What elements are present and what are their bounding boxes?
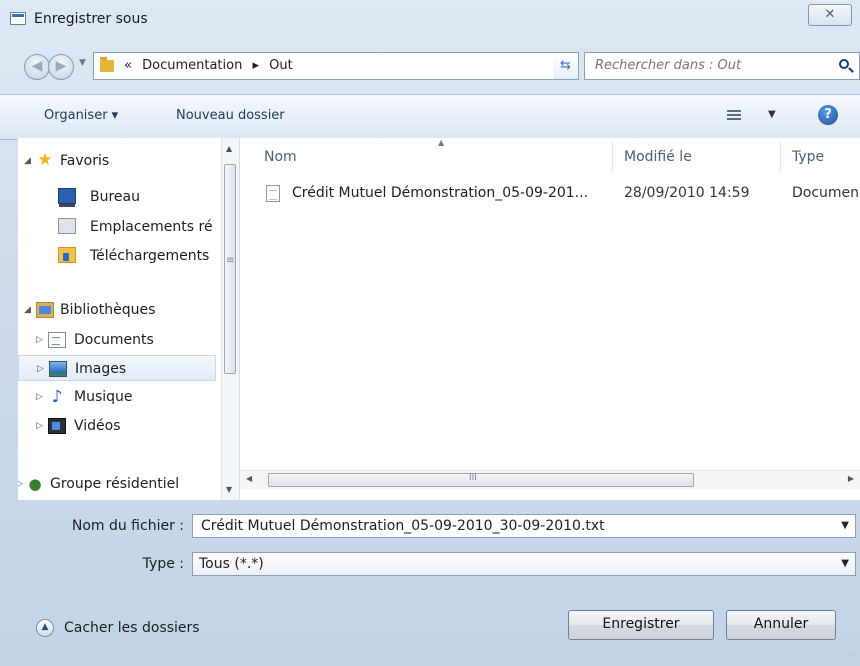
chevron-down-icon[interactable]: ▼ bbox=[841, 520, 849, 531]
column-divider[interactable] bbox=[780, 142, 781, 172]
save-button[interactable]: Enregistrer bbox=[568, 610, 714, 640]
breadcrumb-documentation[interactable]: Documentation bbox=[142, 58, 242, 73]
column-header-type[interactable]: Type bbox=[792, 149, 824, 165]
chevron-down-icon[interactable]: ▼ bbox=[841, 558, 849, 569]
file-name: Crédit Mutuel Démonstration_05-09-201... bbox=[292, 185, 589, 201]
sidebar-item-telechargements[interactable]: Téléchargements bbox=[18, 243, 217, 269]
title-bar: Enregistrer sous ✕ bbox=[0, 0, 860, 40]
view-dropdown-icon[interactable]: ▼ bbox=[768, 109, 776, 120]
forward-arrow-icon[interactable]: ▶ bbox=[48, 54, 74, 80]
downloads-icon bbox=[58, 247, 76, 263]
scrollbar-grip: III bbox=[469, 473, 477, 483]
sidebar-item-bureau[interactable]: Bureau bbox=[18, 184, 221, 210]
folder-icon bbox=[100, 57, 114, 72]
search-box[interactable] bbox=[584, 52, 860, 80]
save-as-dialog: Enregistrer sous ✕ ◀ ▶ ▼ « Documentation… bbox=[0, 0, 860, 666]
library-icon bbox=[36, 302, 54, 318]
recent-pages-dropdown[interactable]: ▼ bbox=[79, 58, 86, 68]
address-bar[interactable]: « Documentation ▸ Out ▼ bbox=[93, 52, 575, 80]
file-list: ▲ Nom Modifié le Type Crédit Mutuel Démo… bbox=[240, 138, 860, 500]
refresh-icon[interactable]: ⇆ bbox=[553, 52, 579, 80]
sidebar-item-label: Téléchargements bbox=[90, 248, 210, 264]
column-divider[interactable] bbox=[612, 142, 613, 172]
sidebar-item-musique[interactable]: ▷ ♪ Musique bbox=[18, 384, 218, 410]
music-icon: ♪ bbox=[51, 387, 63, 407]
expanded-triangle-icon[interactable]: ◢ bbox=[24, 297, 31, 323]
horizontal-scrollbar[interactable]: ◀ III ▶ bbox=[240, 470, 860, 489]
document-icon bbox=[48, 332, 66, 348]
scrollbar-thumb[interactable]: III bbox=[268, 473, 694, 487]
file-row[interactable]: Crédit Mutuel Démonstration_05-09-201...… bbox=[266, 182, 860, 206]
breadcrumb-separator[interactable]: ▸ bbox=[252, 58, 259, 73]
recent-places-icon bbox=[58, 218, 76, 234]
chevron-up-icon[interactable]: ▲ bbox=[36, 619, 54, 637]
window-title: Enregistrer sous bbox=[34, 11, 148, 27]
collapsed-triangle-icon[interactable]: ▷ bbox=[37, 356, 44, 380]
homegroup-icon: ● bbox=[28, 475, 42, 493]
sidebar-item-emplacements[interactable]: Emplacements ré bbox=[18, 214, 221, 240]
pictures-icon bbox=[49, 361, 67, 377]
toolbar: Organiser ▾ Nouveau dossier ▼ ? bbox=[0, 94, 860, 140]
navigation-pane: ◢ ★ Favoris Bureau Emplacements ré Téléc… bbox=[18, 138, 240, 500]
sidebar-item-label: Documents bbox=[74, 332, 154, 348]
sidebar-item-bibliotheques[interactable]: ◢ Bibliothèques bbox=[18, 297, 218, 323]
scroll-right-icon[interactable]: ▶ bbox=[848, 474, 854, 483]
address-row: ◀ ▶ ▼ « Documentation ▸ Out ▼ ⇆ bbox=[0, 44, 860, 84]
column-header-name[interactable]: Nom bbox=[264, 149, 297, 165]
sidebar-item-label: Vidéos bbox=[74, 418, 121, 434]
sidebar-item-label: Groupe résidentiel bbox=[50, 476, 180, 492]
navigation-scrollbar[interactable]: ▲ ▼ bbox=[221, 138, 239, 500]
star-icon: ★ bbox=[37, 150, 53, 170]
search-input[interactable] bbox=[593, 57, 817, 74]
help-icon[interactable]: ? bbox=[818, 105, 838, 125]
text-file-icon bbox=[266, 185, 280, 202]
breadcrumb-out[interactable]: Out bbox=[269, 58, 293, 73]
scroll-down-icon[interactable]: ▼ bbox=[226, 485, 232, 494]
close-button[interactable]: ✕ bbox=[808, 4, 852, 26]
file-type: Documen bbox=[792, 185, 860, 201]
filename-input[interactable] bbox=[199, 517, 823, 535]
sidebar-item-favoris[interactable]: ◢ ★ Favoris bbox=[18, 148, 218, 174]
organise-button[interactable]: Organiser ▾ bbox=[44, 108, 118, 123]
expanded-triangle-icon[interactable]: ◢ bbox=[24, 148, 31, 174]
sidebar-item-label: Bureau bbox=[90, 189, 140, 205]
window-icon bbox=[10, 12, 26, 25]
filename-field[interactable]: ▼ bbox=[192, 514, 856, 538]
cancel-button[interactable]: Annuler bbox=[726, 610, 836, 640]
desktop-icon bbox=[58, 188, 76, 207]
column-header-modified[interactable]: Modifié le bbox=[624, 149, 692, 165]
video-icon bbox=[48, 418, 66, 434]
collapsed-triangle-icon[interactable]: ▷ bbox=[36, 413, 43, 439]
breadcrumb-overflow[interactable]: « bbox=[124, 58, 132, 73]
resize-grip-icon[interactable]: ⋰ bbox=[846, 652, 856, 662]
scroll-left-icon[interactable]: ◀ bbox=[246, 474, 252, 483]
collapsed-triangle-icon[interactable]: ▷ bbox=[36, 384, 43, 410]
type-label: Type : bbox=[142, 556, 184, 572]
back-arrow-icon[interactable]: ◀ bbox=[24, 54, 50, 80]
breadcrumb: « Documentation ▸ Out bbox=[124, 58, 299, 73]
collapsed-triangle-icon[interactable]: ▷ bbox=[36, 327, 43, 353]
file-type-select[interactable]: Tous (*.*) ▼ bbox=[192, 552, 856, 576]
sidebar-item-groupe-residentiel[interactable]: ▷ ● Groupe résidentiel bbox=[18, 471, 218, 497]
view-list-icon[interactable] bbox=[727, 110, 741, 122]
sidebar-item-label: Musique bbox=[74, 389, 133, 405]
sidebar-item-label: Emplacements ré bbox=[90, 219, 213, 235]
chevron-up-icon: ▲ bbox=[438, 138, 445, 147]
hide-folders-button[interactable]: Cacher les dossiers bbox=[64, 620, 200, 636]
sidebar-item-videos[interactable]: ▷ Vidéos bbox=[18, 413, 218, 439]
filename-label: Nom du fichier : bbox=[71, 518, 184, 534]
scroll-up-icon[interactable]: ▲ bbox=[226, 144, 232, 153]
search-icon[interactable] bbox=[839, 59, 849, 69]
sidebar-item-documents[interactable]: ▷ Documents bbox=[18, 327, 218, 353]
file-modified: 28/09/2010 14:59 bbox=[624, 185, 750, 201]
sidebar-item-label: Images bbox=[75, 361, 127, 377]
sidebar-item-label: Bibliothèques bbox=[60, 302, 156, 318]
scrollbar-thumb[interactable] bbox=[224, 164, 236, 374]
sidebar-item-images[interactable]: ▷ Images bbox=[18, 355, 216, 381]
collapsed-triangle-icon[interactable]: ▷ bbox=[18, 471, 23, 497]
file-type-value: Tous (*.*) bbox=[199, 556, 264, 572]
new-folder-button[interactable]: Nouveau dossier bbox=[176, 108, 285, 123]
sidebar-item-label: Favoris bbox=[60, 153, 110, 169]
